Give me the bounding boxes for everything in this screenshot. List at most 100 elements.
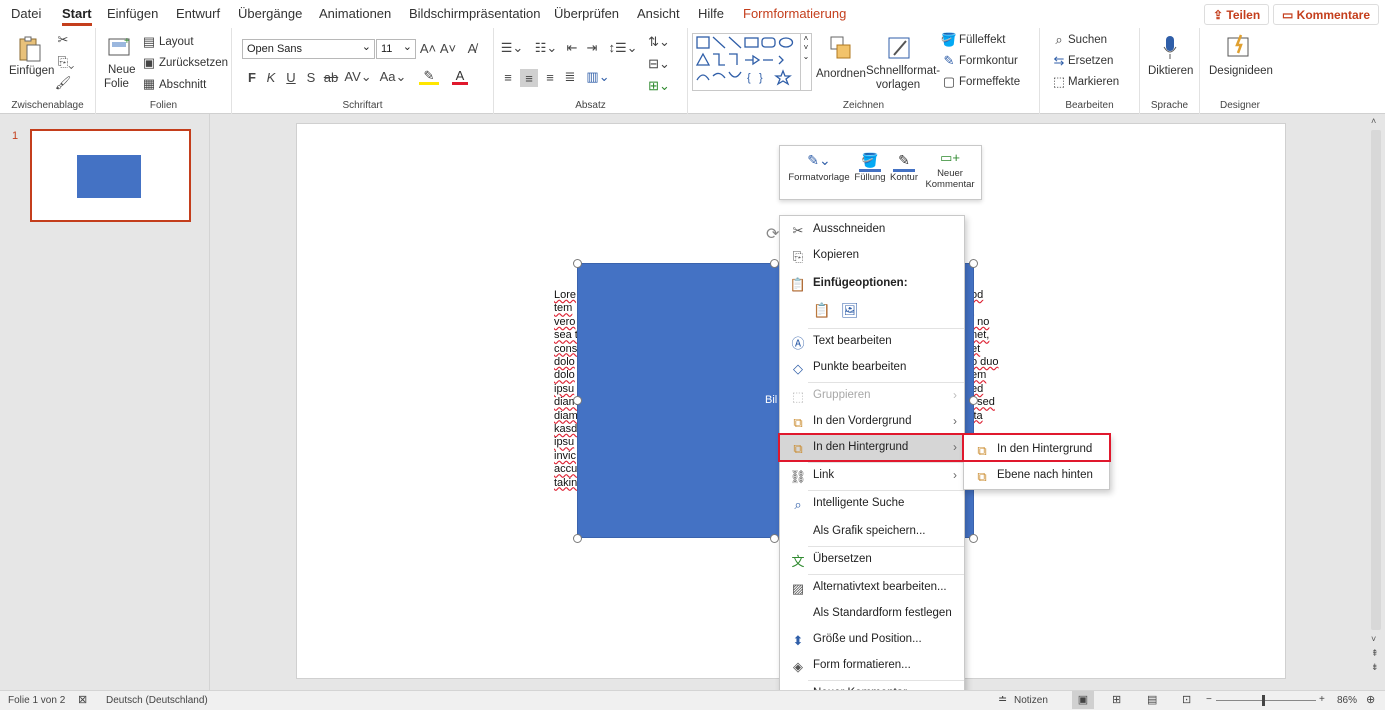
new-slide-label-2[interactable]: Folie	[104, 78, 129, 90]
tab-transitions[interactable]: Übergänge	[238, 6, 302, 21]
resize-handle-top[interactable]	[770, 259, 779, 268]
notes-button[interactable]: Notizen	[1014, 695, 1048, 706]
replace-button[interactable]: Ersetzen	[1068, 55, 1113, 67]
menu-item-link[interactable]: ⛓ Link ›	[780, 463, 964, 489]
select-icon[interactable]: ⬚	[1052, 74, 1066, 89]
design-ideas-button[interactable]: Designideen	[1209, 65, 1273, 77]
tab-review[interactable]: Überprüfen	[554, 6, 619, 21]
resize-handle-left[interactable]	[573, 396, 582, 405]
italic-button[interactable]: K	[265, 69, 277, 85]
slide-thumbnail-1[interactable]	[30, 129, 191, 222]
tab-file[interactable]: Datei	[11, 6, 41, 21]
resize-handle-bottom-right[interactable]	[969, 534, 978, 543]
underline-button[interactable]: U	[285, 69, 297, 85]
clear-format-icon[interactable]: A̸	[464, 40, 480, 56]
copy-icon[interactable]: ⎘⌄	[56, 54, 76, 69]
tab-help[interactable]: Hilfe	[698, 6, 724, 21]
menu-item-alt-text[interactable]: ▨ Alternativtext bearbeiten...	[780, 575, 964, 601]
menu-item-translate[interactable]: 文 Übersetzen	[780, 547, 964, 573]
resize-handle-bottom[interactable]	[770, 534, 779, 543]
char-spacing-icon[interactable]: AV⌄	[344, 69, 371, 85]
resize-handle-right[interactable]	[969, 396, 978, 405]
align-text-icon[interactable]: ⊟⌄	[646, 56, 672, 72]
cut-icon[interactable]: ✂	[56, 32, 70, 47]
new-slide-label-1[interactable]: Neue	[108, 64, 136, 76]
align-center-icon[interactable]: ≡	[520, 69, 538, 87]
zoom-in-icon[interactable]: +	[1319, 694, 1325, 705]
normal-view-icon[interactable]: ▣	[1072, 691, 1094, 709]
outline-icon[interactable]: ✎	[942, 53, 956, 68]
bold-button[interactable]: F	[246, 69, 258, 85]
quick-styles-label-1[interactable]: Schnellformat-	[866, 65, 940, 77]
quick-styles-icon[interactable]	[885, 34, 915, 62]
find-icon[interactable]: ⌕	[1052, 32, 1066, 47]
layout-button[interactable]: Layout	[159, 36, 194, 48]
font-color-icon[interactable]: A	[452, 68, 468, 85]
numbering-icon[interactable]: ☷⌄	[534, 40, 558, 56]
new-slide-icon[interactable]: +	[106, 34, 134, 60]
shapes-gallery-scroll[interactable]: ˄ ˅ ⌄	[800, 34, 811, 90]
decrease-indent-icon[interactable]: ⇤	[564, 40, 580, 56]
effects-icon[interactable]: ▢	[942, 74, 956, 89]
paste-keep-format-icon[interactable]: 📋	[813, 302, 831, 320]
vertical-scrollbar[interactable]: ˄ ˅ ⇞ ⇟	[1368, 114, 1385, 690]
next-slide-icon[interactable]: ⇟	[1371, 662, 1379, 673]
columns-icon[interactable]: ▥⌄	[586, 69, 610, 85]
mini-style-button[interactable]: ✎⌄ Formatvorlage	[784, 152, 854, 183]
shadow-button[interactable]: S	[305, 69, 317, 85]
align-right-icon[interactable]: ≡	[542, 69, 558, 85]
reset-icon[interactable]: ▣	[142, 55, 156, 70]
mini-new-comment-button[interactable]: ▭+ Neuer Kommentar	[922, 150, 978, 190]
text-direction-icon[interactable]: ⇅⌄	[646, 34, 672, 50]
menu-item-save-as-picture[interactable]: Als Grafik speichern...	[780, 519, 964, 545]
quick-styles-label-2[interactable]: vorlagen	[876, 79, 920, 91]
shrink-font-icon[interactable]: A˅	[440, 40, 456, 56]
change-case-icon[interactable]: Aa⌄	[380, 69, 407, 85]
paste-icon[interactable]	[16, 34, 44, 64]
justify-icon[interactable]: ≣	[562, 69, 578, 85]
zoom-slider-track[interactable]	[1216, 700, 1316, 701]
mini-fill-button[interactable]: 🪣 Füllung	[852, 152, 888, 183]
notes-icon[interactable]: ≐	[998, 693, 1007, 706]
section-button[interactable]: Abschnitt	[159, 79, 206, 91]
font-size-select[interactable]: 11	[376, 39, 416, 59]
menu-item-group[interactable]: ⬚ Gruppieren ›	[780, 383, 964, 409]
mini-outline-button[interactable]: ✎ Kontur	[888, 152, 920, 183]
menu-item-edit-points[interactable]: ◇ Punkte bearbeiten	[780, 355, 964, 381]
slideshow-icon[interactable]: ⊡	[1182, 693, 1191, 706]
accessibility-icon[interactable]: ⊠	[78, 693, 87, 706]
shape-outline-button[interactable]: Formkontur	[959, 55, 1018, 67]
bullets-icon[interactable]: ☰⌄	[500, 40, 524, 56]
menu-item-format-shape[interactable]: ◈ Form formatieren...	[780, 653, 964, 679]
format-painter-icon[interactable]: 🖌	[55, 75, 72, 90]
replace-icon[interactable]: ⇆	[1052, 53, 1066, 68]
tab-design[interactable]: Entwurf	[176, 6, 220, 21]
zoom-level[interactable]: 86%	[1337, 695, 1357, 706]
comments-button[interactable]: ▭ Kommentare	[1273, 4, 1380, 25]
menu-item-cut[interactable]: ✂ Ausschneiden	[780, 217, 964, 243]
increase-indent-icon[interactable]: ⇥	[584, 40, 600, 56]
fill-icon[interactable]: 🪣	[941, 32, 957, 47]
shape-fill-button[interactable]: Fülleffekt	[959, 34, 1005, 46]
arrange-icon[interactable]	[826, 34, 856, 62]
resize-handle-top-right[interactable]	[969, 259, 978, 268]
language-indicator[interactable]: Deutsch (Deutschland)	[106, 695, 208, 706]
scroll-thumb[interactable]	[1371, 130, 1381, 630]
smartart-icon[interactable]: ⊞⌄	[646, 78, 672, 94]
menu-item-edit-text[interactable]: Ⓐ Text bearbeiten	[780, 329, 964, 355]
zoom-slider-thumb[interactable]	[1262, 695, 1265, 706]
resize-handle-top-left[interactable]	[573, 259, 582, 268]
shape-effects-button[interactable]: Formeffekte	[959, 76, 1020, 88]
font-name-select[interactable]: Open Sans	[242, 39, 375, 59]
align-left-icon[interactable]: ≡	[500, 69, 516, 85]
strikethrough-icon[interactable]: ab	[323, 69, 339, 85]
paste-as-picture-icon[interactable]: 🖼	[841, 302, 859, 320]
reading-view-icon[interactable]: ▤	[1147, 693, 1157, 706]
find-button[interactable]: Suchen	[1068, 34, 1107, 46]
tab-insert[interactable]: Einfügen	[107, 6, 158, 21]
tab-shape-format[interactable]: Formformatierung	[743, 6, 846, 21]
fit-to-window-icon[interactable]: ⊕	[1366, 693, 1375, 706]
design-ideas-icon[interactable]	[1224, 32, 1254, 60]
arrange-button[interactable]: Anordnen	[816, 68, 866, 80]
menu-item-smart-lookup[interactable]: ⌕ Intelligente Suche	[780, 491, 964, 517]
